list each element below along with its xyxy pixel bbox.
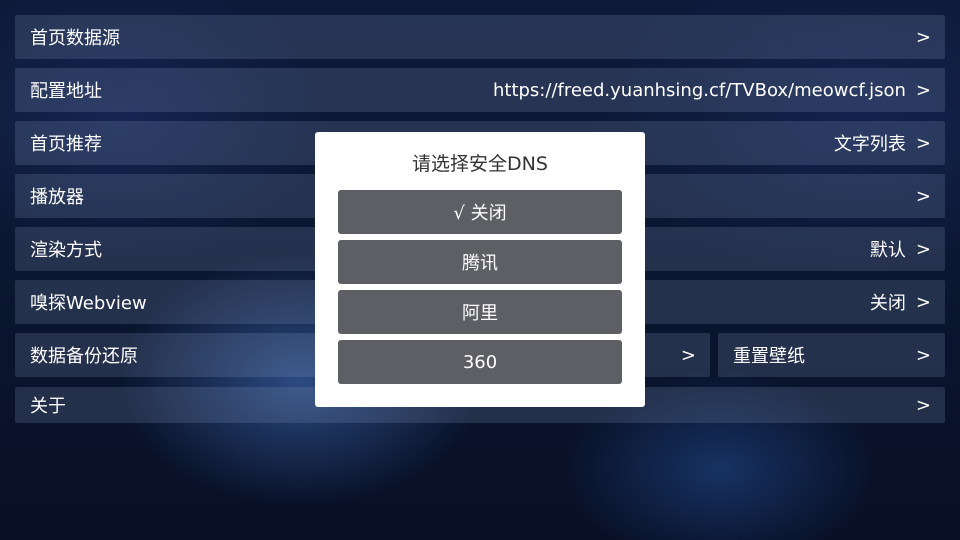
setting-label: 配置地址 (30, 81, 102, 102)
setting-label: 重置壁纸 (733, 346, 805, 367)
setting-value: https://freed.yuanhsing.cf/TVBox/meowcf.… (492, 79, 906, 101)
dns-option-tencent[interactable]: 腾讯 (338, 240, 622, 284)
setting-label: 首页数据源 (30, 28, 120, 49)
setting-label: 播放器 (30, 187, 84, 208)
setting-value: 默认 (869, 240, 906, 261)
chevron-right-icon: > (915, 394, 931, 416)
chevron-right-icon: > (915, 185, 931, 207)
setting-value: 关闭 (869, 293, 906, 314)
dialog-title: 请选择安全DNS (412, 153, 548, 175)
setting-value: 文字列表 (833, 134, 906, 155)
setting-label: 嗅探Webview (30, 293, 147, 314)
chevron-right-icon: > (915, 132, 931, 154)
setting-config-url[interactable]: 配置地址 https://freed.yuanhsing.cf/TVBox/me… (15, 68, 945, 112)
setting-reset-wallpaper[interactable]: 重置壁纸 > (718, 333, 945, 377)
chevron-right-icon: > (680, 344, 696, 366)
setting-label: 数据备份还原 (30, 346, 138, 367)
setting-home-source[interactable]: 首页数据源 > (15, 15, 945, 59)
setting-label: 首页推荐 (30, 134, 102, 155)
chevron-right-icon: > (915, 79, 931, 101)
dns-option-ali[interactable]: 阿里 (338, 290, 622, 334)
chevron-right-icon: > (915, 344, 931, 366)
dns-option-off[interactable]: √ 关闭 (338, 190, 622, 234)
setting-label: 渲染方式 (30, 240, 102, 261)
chevron-right-icon: > (915, 291, 931, 313)
setting-label: 关于 (30, 396, 66, 417)
chevron-right-icon: > (915, 26, 931, 48)
dns-option-360[interactable]: 360 (338, 340, 622, 384)
dns-dialog: 请选择安全DNS √ 关闭 腾讯 阿里 360 (315, 132, 645, 407)
chevron-right-icon: > (915, 238, 931, 260)
